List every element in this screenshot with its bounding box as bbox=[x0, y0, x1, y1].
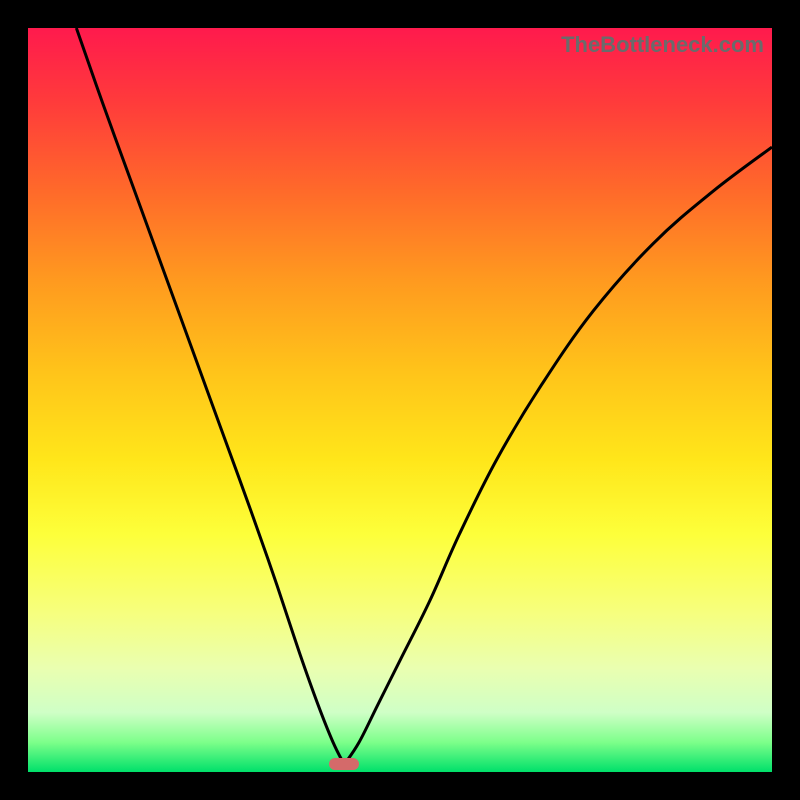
curve-right-branch bbox=[344, 147, 772, 765]
bottleneck-curve bbox=[28, 28, 772, 772]
curve-left-branch bbox=[76, 28, 344, 765]
chart-frame: TheBottleneck.com bbox=[0, 0, 800, 800]
plot-area: TheBottleneck.com bbox=[28, 28, 772, 772]
optimal-marker bbox=[329, 758, 359, 770]
